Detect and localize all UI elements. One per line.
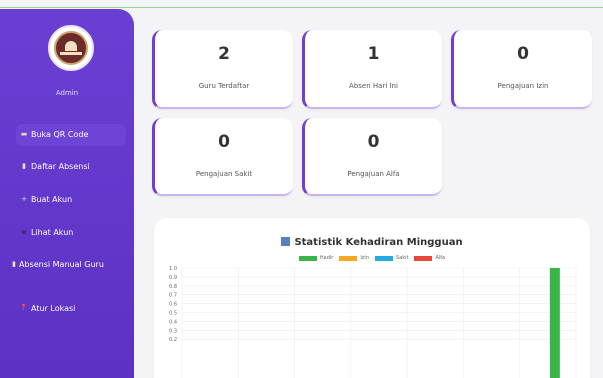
stat-card-pengajuan-sakit: 0 Pengajuan Sakit [152,118,293,196]
weekly-attendance-chart-card: Statistik Kehadiran Mingguan Hadir Izin … [154,218,590,378]
stat-value: 0 [367,132,380,152]
stat-label: Absen Hari Ini [349,82,398,90]
school-logo [48,25,94,71]
sidebar-item-daftar-absensi[interactable]: ▮ Daftar Absensi [20,162,90,171]
sidebar-item-label: Lihat Akun [31,228,74,237]
stat-label: Pengajuan Sakit [195,170,253,178]
sidebar: Admin ▬ Buka QR Code ▮ Daftar Absensi + … [0,9,134,378]
stat-label: Pengajuan Alfa [347,170,400,178]
sidebar-item-buka-qr-code[interactable]: ▬ Buka QR Code [16,124,126,146]
y-tick-label: 0.2 [169,337,177,343]
sidebar-item-label: Atur Lokasi [31,304,76,313]
y-tick-label: 0.6 [169,302,177,308]
stat-card-guru-terdaftar: 2 Guru Terdaftar [152,30,293,109]
y-tick-label: 0.3 [169,328,177,334]
sidebar-item-label: Buat Akun [31,195,73,204]
plus-icon: + [21,195,27,203]
logo-dome [65,41,77,51]
logo-band [60,52,82,55]
y-tick-label: 0.9 [169,275,177,281]
stat-label: Guru Terdaftar [198,82,250,90]
stat-card-pengajuan-alfa: 0 Pengajuan Alfa [302,118,442,196]
stat-card-absen-hari-ini: 1 Absen Hari Ini [302,30,442,109]
sidebar-item-absensi-manual-guru[interactable]: ▮ Absensi Manual Guru [12,259,124,270]
sidebar-item-lihat-akun[interactable]: ▪ Lihat Akun [20,228,74,237]
stat-label: Pengajuan Izin [497,82,549,90]
sidebar-item-label: Absensi Manual Guru [19,260,104,269]
logo-emblem [54,31,88,65]
y-tick-label: 0.8 [169,284,177,290]
chart-bar-hadir[interactable] [549,268,560,378]
document-icon: ▮ [12,260,16,268]
clipboard-icon: ▮ [22,162,26,170]
stat-value: 2 [218,44,230,64]
stat-value: 1 [367,44,380,64]
stat-value: 0 [517,44,529,64]
stat-card-pengajuan-izin: 0 Pengajuan Izin [451,30,592,109]
y-tick-label: 1.0 [169,266,177,272]
sidebar-item-label: Buka QR Code [31,130,89,139]
user-role-label: Admin [55,89,79,97]
y-tick-label: 0.5 [169,311,177,317]
y-tick-label: 0.7 [169,293,177,299]
sidebar-item-buat-akun[interactable]: + Buat Akun [20,195,72,204]
stat-value: 0 [218,132,230,152]
chart-plot-area: 1.0 0.9 0.8 0.7 0.6 0.5 0.4 0.3 0.2 [169,266,577,378]
pin-icon: 📍 [20,304,28,311]
sidebar-item-atur-lokasi[interactable]: 📍 Atur Lokasi [20,304,75,313]
top-border-line [0,7,603,8]
sidebar-item-label: Daftar Absensi [31,162,90,171]
users-icon: ▪ [21,228,27,236]
y-tick-label: 0.4 [169,319,177,325]
qr-code-icon: ▬ [20,130,28,138]
